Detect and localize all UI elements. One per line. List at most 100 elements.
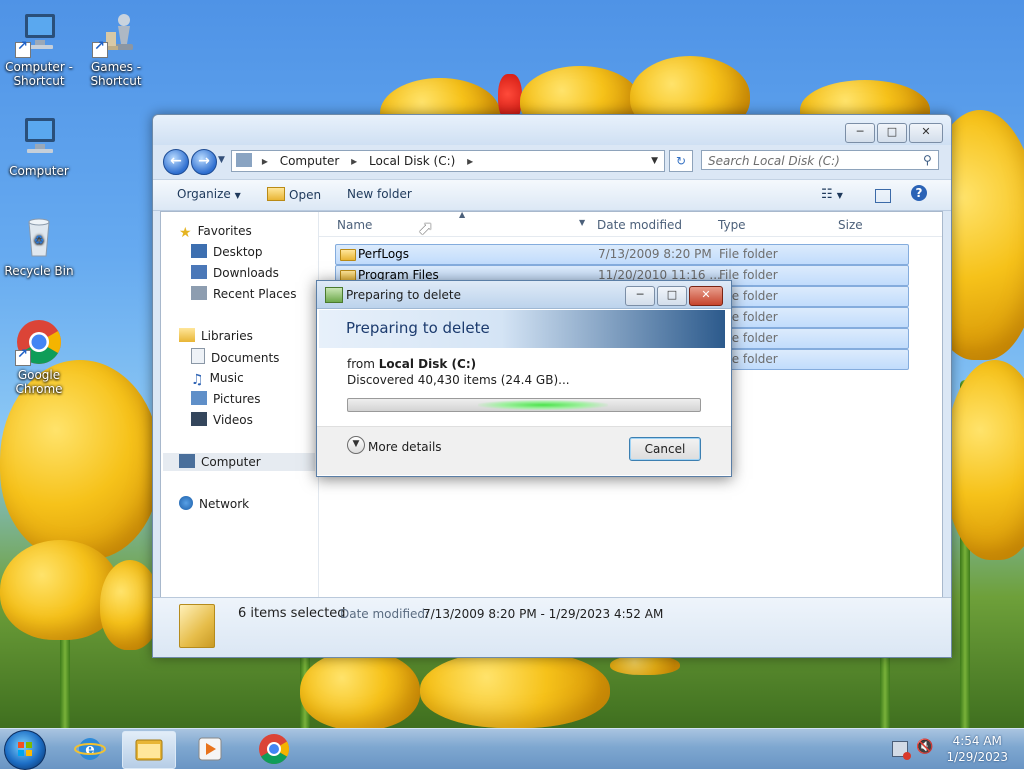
music-icon: ♫ — [191, 372, 204, 388]
dialog-footer: ▼ More details Cancel — [317, 426, 731, 475]
nav-pictures[interactable]: Pictures — [191, 390, 261, 408]
help-icon[interactable]: ? — [911, 185, 927, 201]
date-modified-value: 7/13/2009 8:20 PM - 1/29/2023 4:52 AM — [423, 607, 664, 621]
nav-videos-label: Videos — [213, 413, 253, 427]
dialog-banner: Preparing to delete — [319, 310, 725, 348]
column-headers: Name ▲ ▼ Date modified Type Size — [319, 210, 942, 237]
navigation-pane: ★ Favorites Desktop Downloads Recent Plac… — [161, 212, 319, 598]
dialog-minimize-button[interactable]: ─ — [625, 286, 655, 306]
games-chess-icon — [92, 10, 140, 58]
discovered-items-text: Discovered 40,430 items (24.4 GB)... — [347, 373, 570, 387]
clock[interactable]: 4:54 AM 1/29/2023 — [946, 733, 1008, 765]
nav-desktop[interactable]: Desktop — [191, 243, 263, 261]
preview-pane-icon[interactable] — [875, 189, 891, 203]
chevron-down-icon: ▼ — [234, 191, 241, 200]
delete-source-line: from Local Disk (C:) — [347, 357, 476, 371]
search-icon: ⚲ — [923, 153, 932, 167]
expand-chevron-icon[interactable]: ▼ — [347, 436, 365, 454]
column-date-modified[interactable]: Date modified — [597, 218, 682, 232]
organize-button[interactable]: Organize ▼ — [177, 187, 241, 201]
dialog-titlebar[interactable]: Preparing to delete ─ □ ✕ — [317, 281, 731, 309]
desktop-icon-recycle-bin[interactable]: ♻ Recycle Bin — [3, 214, 75, 278]
nav-music[interactable]: ♫ Music — [191, 369, 244, 388]
nav-videos[interactable]: Videos — [191, 411, 253, 429]
dialog-close-button[interactable]: ✕ — [689, 286, 723, 306]
desktop-icon-computer-shortcut[interactable]: Computer - Shortcut — [3, 10, 75, 88]
taskbar-chrome[interactable] — [248, 731, 300, 767]
maximize-button[interactable]: □ — [877, 123, 907, 143]
column-dropdown-icon[interactable]: ▼ — [579, 218, 585, 227]
search-input[interactable]: Search Local Disk (C:) — [701, 150, 939, 170]
explorer-titlebar[interactable] — [153, 115, 951, 145]
svg-text:e: e — [85, 740, 95, 758]
breadcrumb-computer[interactable]: Computer — [280, 154, 340, 168]
nav-desktop-label: Desktop — [213, 245, 263, 259]
command-bar: Organize ▼ Open New folder ☷ ▼ ? — [153, 179, 951, 211]
refresh-button[interactable]: ↻ — [669, 150, 693, 172]
computer-icon — [15, 114, 63, 162]
dialog-maximize-button[interactable]: □ — [657, 286, 687, 306]
folder-open-icon — [267, 187, 285, 201]
cancel-button[interactable]: Cancel — [629, 437, 701, 461]
nav-downloads[interactable]: Downloads — [191, 264, 279, 282]
nav-favorites-label: Favorites — [197, 224, 252, 238]
nav-documents-label: Documents — [211, 351, 280, 365]
back-button[interactable]: ← — [163, 149, 189, 175]
new-folder-button[interactable]: New folder — [347, 187, 412, 201]
start-button[interactable] — [4, 730, 46, 770]
desktop-icon-games-shortcut[interactable]: Games - Shortcut — [80, 10, 152, 88]
tulip-flower — [610, 655, 680, 675]
taskbar-windows-explorer[interactable] — [122, 731, 176, 769]
address-row: ← → ▼ ▸ Computer ▸ Local Disk (C:) ▸ ▼ ↻… — [161, 147, 943, 175]
file-name: PerfLogs — [358, 247, 410, 261]
computer-small-icon — [236, 153, 252, 167]
more-details-link[interactable]: More details — [368, 440, 442, 454]
desktop-icon-label: Google Chrome — [15, 368, 63, 396]
taskbar-media-player[interactable] — [184, 731, 236, 767]
breadcrumb-local-disk[interactable]: Local Disk (C:) — [369, 154, 455, 168]
selection-count: 6 items selected — [238, 606, 346, 621]
network-status-icon[interactable] — [892, 741, 911, 760]
documents-icon — [191, 348, 205, 364]
close-button[interactable]: ✕ — [909, 123, 943, 143]
column-name[interactable]: Name — [337, 218, 372, 232]
taskbar-internet-explorer[interactable]: e — [64, 731, 116, 767]
file-type: File folder — [719, 247, 778, 261]
windows-explorer-icon — [135, 739, 163, 761]
nav-libraries-label: Libraries — [201, 329, 253, 343]
desktop-icon-computer[interactable]: Computer — [3, 114, 75, 178]
address-bar[interactable]: ▸ Computer ▸ Local Disk (C:) ▸ ▼ — [231, 150, 665, 172]
forward-button[interactable]: → — [191, 149, 217, 175]
table-row[interactable]: PerfLogs 7/13/2009 8:20 PM File folder — [335, 244, 909, 265]
recent-pages-chevron-icon[interactable]: ▼ — [218, 155, 225, 165]
videos-icon — [191, 412, 207, 426]
file-date: 7/13/2009 8:20 PM — [598, 247, 712, 261]
nav-libraries[interactable]: Libraries — [179, 327, 253, 345]
recycle-bin-icon: ♻ — [15, 214, 63, 262]
nav-computer[interactable]: Computer — [163, 453, 315, 471]
address-dropdown-icon[interactable]: ▼ — [651, 151, 658, 171]
chrome-icon — [259, 734, 290, 765]
pictures-icon — [191, 391, 207, 405]
nav-favorites[interactable]: ★ Favorites — [179, 222, 252, 241]
dialog-title: Preparing to delete — [346, 288, 462, 302]
minimize-button[interactable]: ─ — [845, 123, 875, 143]
multiple-folders-icon — [179, 604, 215, 648]
view-options-icon[interactable]: ☷ ▼ — [821, 187, 843, 202]
desktop-icon-label: Computer - Shortcut — [5, 60, 73, 88]
volume-muted-icon[interactable]: 🔇 — [916, 739, 933, 755]
column-type[interactable]: Type — [718, 218, 746, 232]
nav-documents[interactable]: Documents — [191, 348, 279, 366]
chrome-icon — [15, 318, 63, 366]
shortcut-arrow-icon — [15, 348, 31, 366]
shortcut-arrow-icon — [92, 40, 108, 58]
desktop-icon-google-chrome[interactable]: Google Chrome — [3, 318, 75, 396]
open-button[interactable]: Open — [267, 187, 321, 202]
column-size[interactable]: Size — [838, 218, 863, 232]
from-location: Local Disk (C:) — [378, 357, 477, 371]
svg-text:♻: ♻ — [34, 233, 45, 247]
nav-network[interactable]: Network — [179, 495, 249, 513]
nav-recent-places[interactable]: Recent Places — [191, 285, 296, 303]
organize-label: Organize — [177, 187, 231, 201]
folder-icon — [340, 249, 356, 261]
